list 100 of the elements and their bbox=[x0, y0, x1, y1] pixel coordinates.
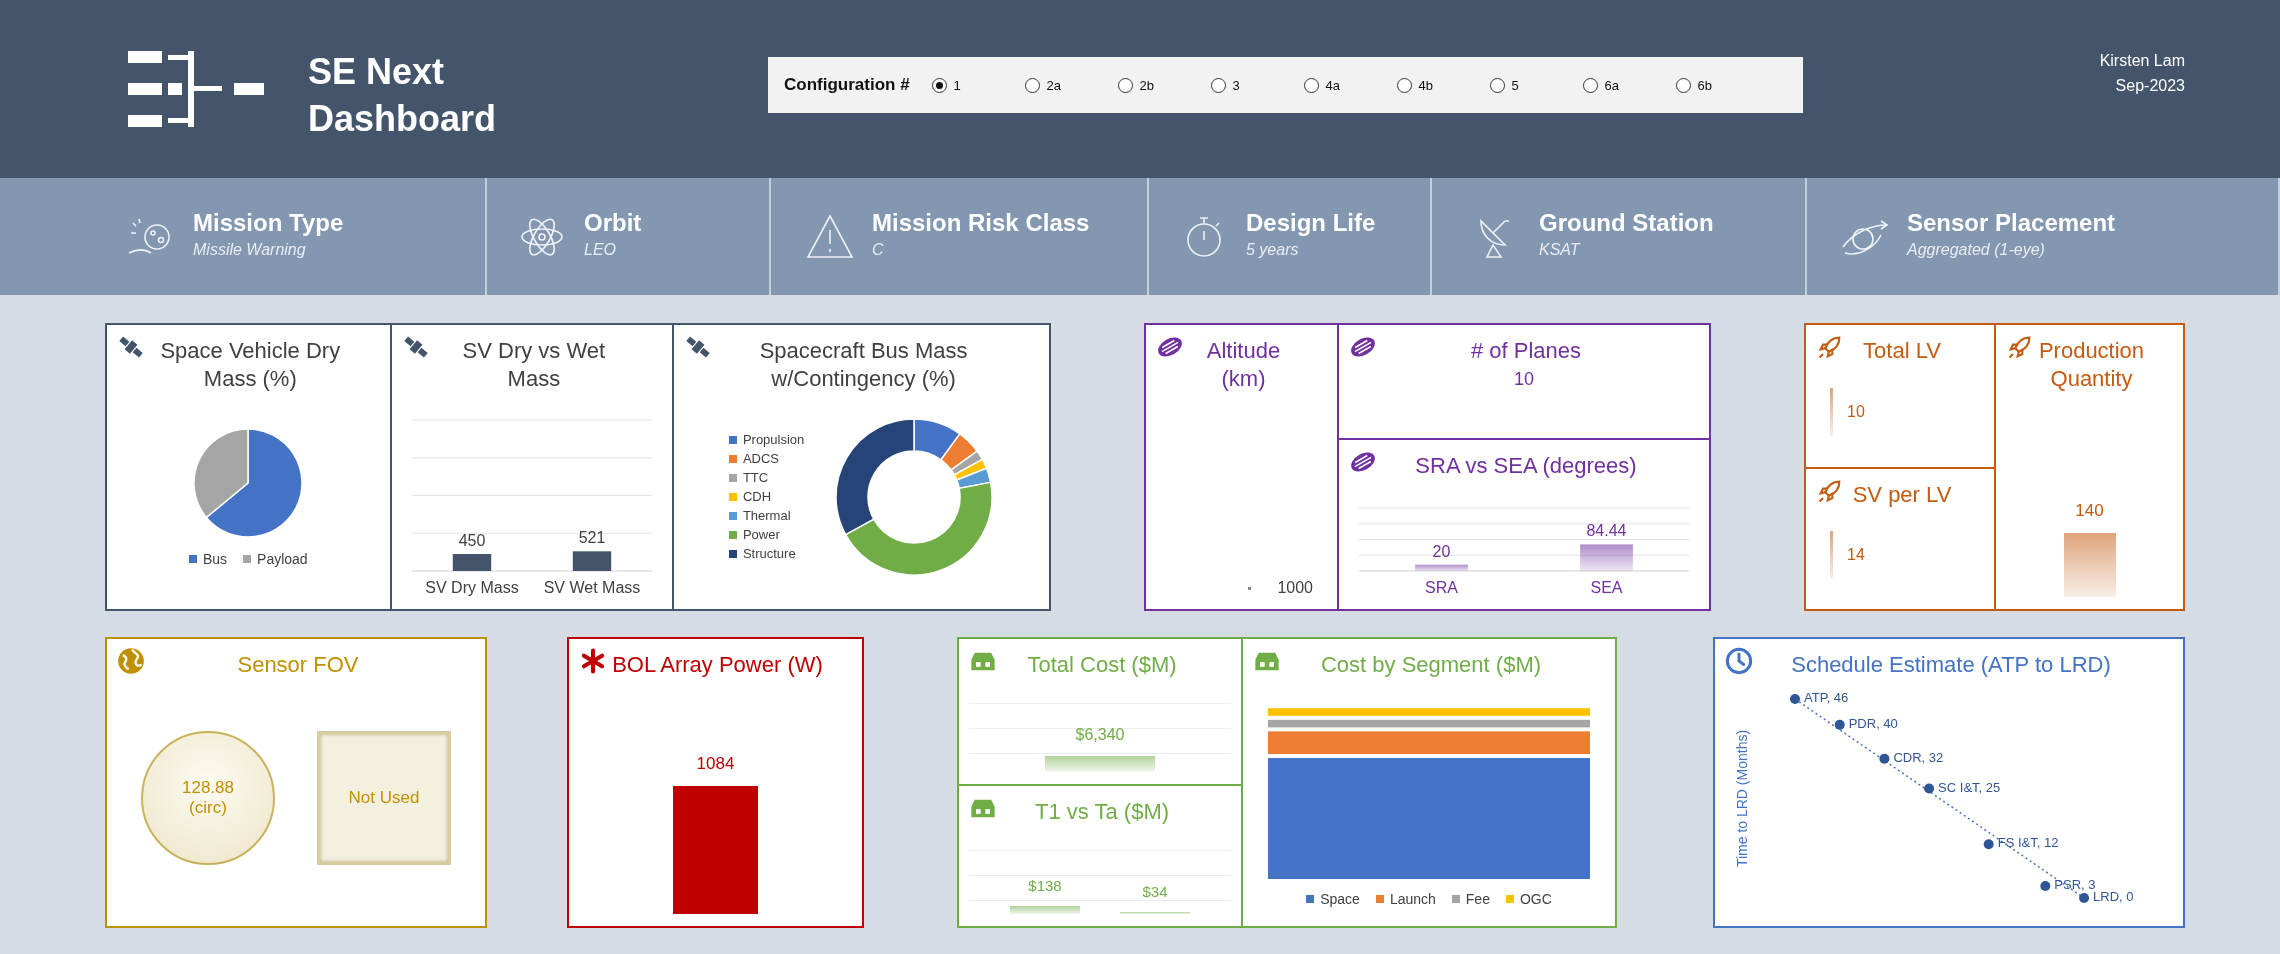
parameter-value: 5 years bbox=[1246, 240, 1300, 259]
legend-label: Structure bbox=[742, 546, 796, 561]
legend-label: Thermal bbox=[742, 508, 791, 523]
radio-option[interactable]: 1 bbox=[931, 77, 1025, 93]
dashboard-title: SE Next Dashboard bbox=[308, 50, 498, 141]
radio-button[interactable] bbox=[1303, 77, 1319, 93]
data-label: CDR, 32 bbox=[1893, 749, 1944, 765]
legend-label: Power bbox=[742, 527, 780, 542]
radio-button[interactable] bbox=[1489, 77, 1505, 93]
panel-title: Spacecraft Bus Mass w/Contingency (%) bbox=[758, 337, 969, 392]
data-point bbox=[2079, 892, 2090, 903]
data-point bbox=[1790, 693, 1800, 704]
value-text: $34 bbox=[1142, 883, 1168, 900]
value-bubble: 128.88 (circ) bbox=[141, 731, 275, 866]
value-bar bbox=[1010, 906, 1080, 914]
data-label: 450 bbox=[458, 532, 486, 549]
radio-option[interactable]: 3 bbox=[1210, 77, 1304, 93]
legend-label: Launch bbox=[1389, 890, 1436, 907]
panel-title: Total LV bbox=[1862, 337, 1942, 365]
data-point bbox=[2040, 880, 2051, 891]
parameter-value: C bbox=[872, 240, 885, 259]
parameter-title: Ground Station bbox=[1539, 208, 1714, 237]
value-bar bbox=[1830, 530, 1833, 579]
parameter-value: KSAT bbox=[1539, 240, 1582, 259]
warning-icon bbox=[804, 212, 856, 261]
data-point bbox=[1924, 783, 1935, 794]
data-point bbox=[1879, 753, 1890, 764]
radio-button[interactable] bbox=[1024, 77, 1040, 93]
category-label: SRA bbox=[1425, 578, 1458, 596]
bar bbox=[452, 554, 492, 571]
axis-title: Time to LRD (Months) bbox=[1734, 729, 1750, 867]
parameter-value: Aggregated (1-eye) bbox=[1907, 240, 2046, 259]
asterisk-icon bbox=[579, 647, 607, 675]
radio-option[interactable]: 6a bbox=[1582, 77, 1676, 93]
radio-button[interactable] bbox=[1675, 77, 1691, 93]
value-text: $138 bbox=[1028, 877, 1062, 894]
value-text: 10 bbox=[1847, 402, 1865, 421]
radio-option[interactable]: 4a bbox=[1303, 77, 1397, 93]
data-label: SC I&T, 25 bbox=[1938, 779, 2001, 795]
legend-label: Payload bbox=[257, 550, 308, 567]
panel-title: T1 vs Ta ($M) bbox=[1033, 798, 1171, 826]
data-label: ATP, 46 bbox=[1804, 689, 1849, 705]
configuration-label: Configuration # bbox=[784, 75, 910, 95]
parameter-title: Sensor Placement bbox=[1907, 208, 2116, 237]
legend-label: CDH bbox=[742, 489, 772, 504]
radio-option[interactable]: 2a bbox=[1024, 77, 1118, 93]
panel-title: # of Planes bbox=[1469, 337, 1583, 365]
radio-option[interactable]: 6b bbox=[1675, 77, 1769, 93]
panel-title: BOL Array Power (W) bbox=[611, 651, 824, 679]
radio-button[interactable] bbox=[931, 77, 947, 93]
data-point bbox=[1983, 839, 1994, 849]
panel-title: Altitude (km) bbox=[1205, 337, 1282, 392]
parameter-title: Mission Risk Class bbox=[872, 208, 1090, 237]
data-label: 20 bbox=[1432, 542, 1451, 560]
panel-title: Cost by Segment ($M) bbox=[1319, 651, 1543, 679]
radio-button[interactable] bbox=[1582, 77, 1598, 93]
date-label: Sep-2023 bbox=[2114, 76, 2185, 96]
bar bbox=[1580, 544, 1633, 571]
bar bbox=[1415, 564, 1468, 571]
data-label: FS I&T, 12 bbox=[1997, 835, 2059, 850]
category-label: SV Wet Mass bbox=[543, 579, 641, 596]
parameter-title: Mission Type bbox=[193, 208, 344, 237]
clock-icon bbox=[1725, 647, 1753, 675]
value-bar bbox=[2063, 533, 2116, 597]
radio-button[interactable] bbox=[1210, 77, 1226, 93]
parameter-title: Orbit bbox=[584, 208, 642, 237]
parameter-value: LEO bbox=[584, 240, 617, 259]
value-bar bbox=[1830, 387, 1833, 436]
data-label: PDR, 40 bbox=[1848, 715, 1898, 731]
legend-label: TTC bbox=[742, 470, 769, 485]
radio-option[interactable]: 2b bbox=[1117, 77, 1211, 93]
panel-title: SRA vs SEA (degrees) bbox=[1414, 452, 1638, 480]
globe-icon bbox=[117, 647, 145, 675]
legend-label: Space bbox=[1320, 890, 1360, 907]
radio-option[interactable]: 5 bbox=[1489, 77, 1583, 93]
legend-label: Propulsion bbox=[742, 432, 805, 447]
value-text: 14 bbox=[1847, 545, 1865, 564]
data-label: LRD, 0 bbox=[2093, 888, 2134, 904]
panel-title: Sensor FOV bbox=[236, 651, 360, 679]
radio-button[interactable] bbox=[1117, 77, 1133, 93]
radio-button[interactable] bbox=[1396, 77, 1412, 93]
status-box: Not Used bbox=[317, 731, 451, 866]
value-text: 1000 bbox=[1277, 579, 1313, 597]
data-label: PSR, 3 bbox=[2054, 876, 2096, 892]
data-point bbox=[1834, 719, 1845, 730]
value-text: $6,340 bbox=[1075, 726, 1125, 744]
value-text: 140 bbox=[2075, 501, 2104, 521]
panel-title: Schedule Estimate (ATP to LRD) bbox=[1790, 651, 2112, 679]
radio-option[interactable]: 4b bbox=[1396, 77, 1490, 93]
legend-label: Fee bbox=[1465, 890, 1490, 907]
parameter-title: Design Life bbox=[1246, 208, 1376, 237]
panel-title: SV Dry vs Wet Mass bbox=[461, 337, 607, 392]
legend-label: OGC bbox=[1519, 890, 1552, 907]
panel-title: SV per LV bbox=[1851, 481, 1953, 509]
category-label: SEA bbox=[1590, 578, 1623, 596]
panel-title: Total Cost ($M) bbox=[1026, 651, 1178, 679]
value-text: 10 bbox=[1514, 368, 1534, 390]
data-label: 84.44 bbox=[1586, 522, 1627, 540]
legend-label: Bus bbox=[202, 550, 228, 567]
bar bbox=[572, 551, 612, 571]
